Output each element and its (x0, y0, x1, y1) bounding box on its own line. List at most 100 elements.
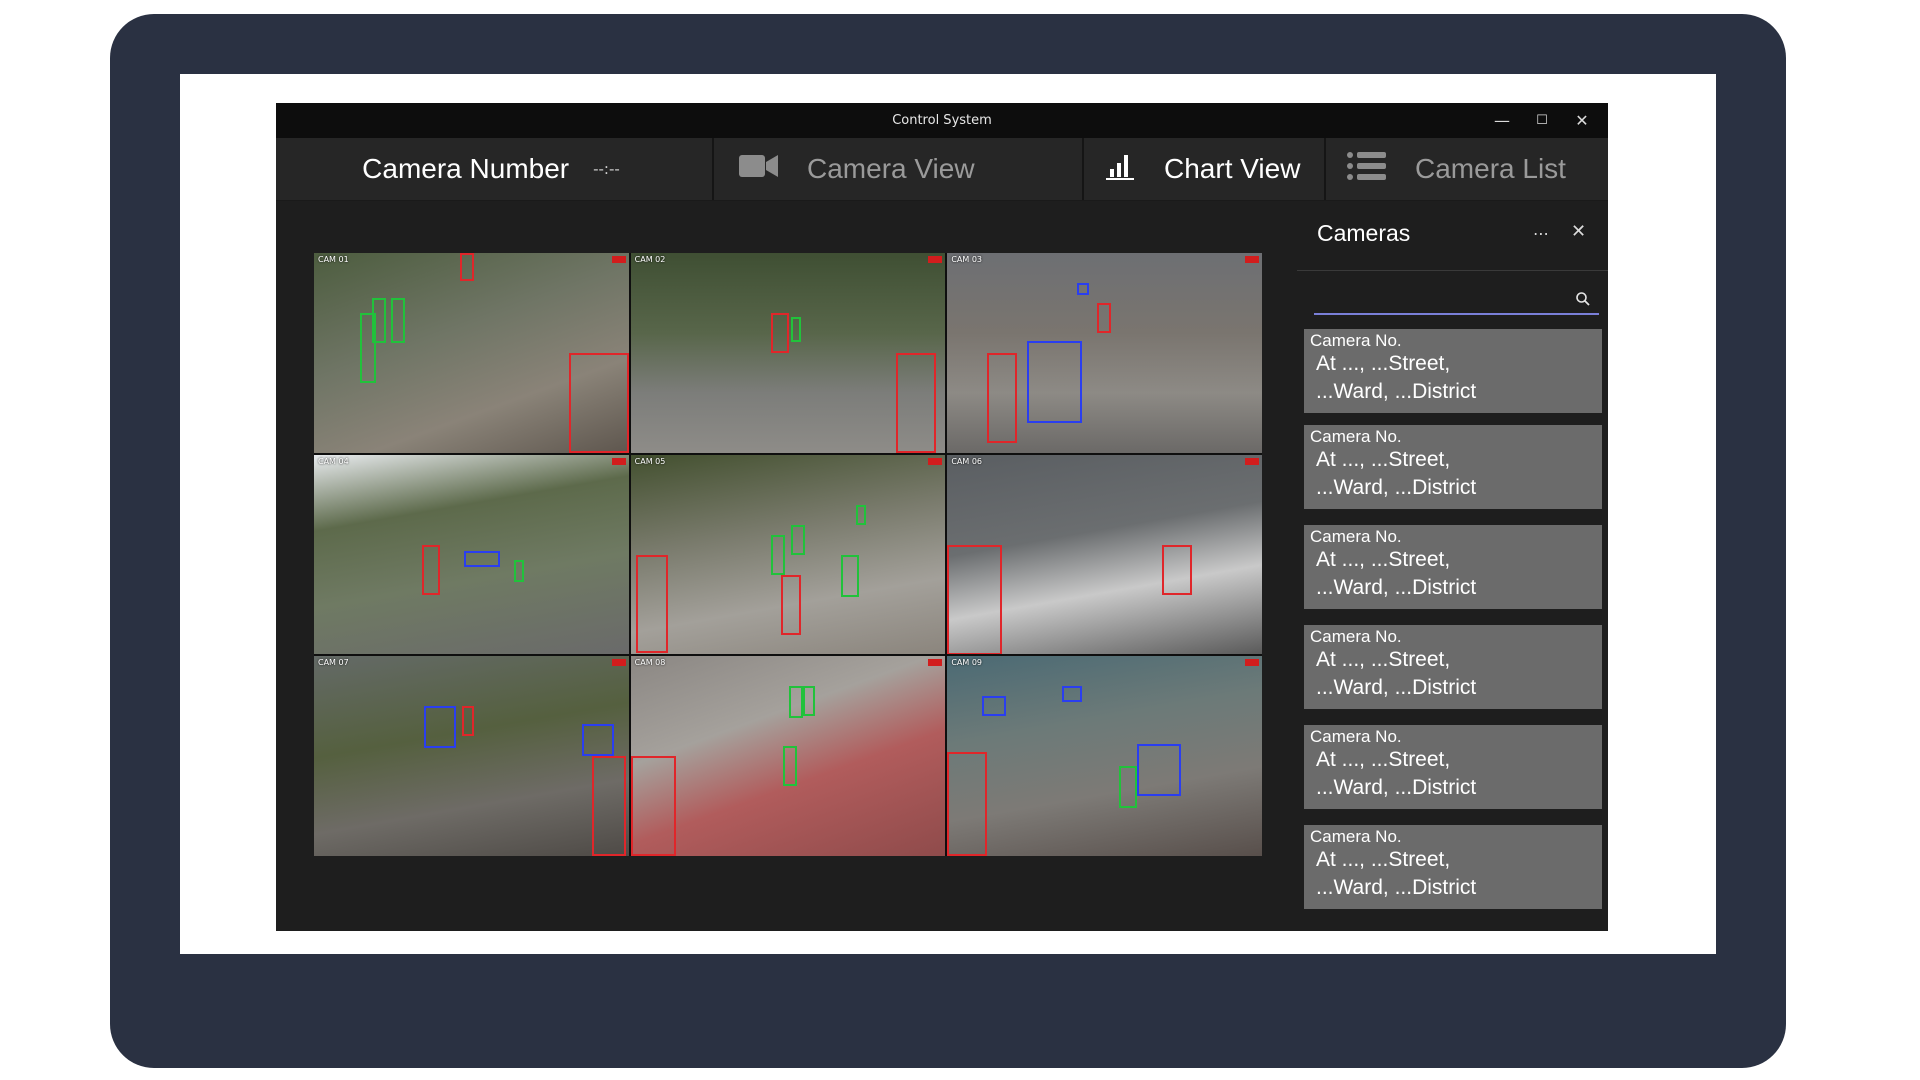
rec-indicator (1244, 256, 1259, 263)
feed-label: CAM 03 (951, 255, 983, 264)
vehicle-detection-box (1137, 744, 1182, 797)
tab-label: Chart View (1164, 153, 1301, 184)
tab-camera-list[interactable]: Camera List (1347, 138, 1566, 200)
camera-address-line2: ...Ward, ...District (1316, 576, 1477, 599)
tab-chart-view[interactable]: Chart View (1106, 138, 1300, 200)
tab-label: Camera View (807, 153, 975, 184)
vehicle-detection-box (582, 724, 614, 757)
camera-address-line2: ...Ward, ...District (1316, 676, 1477, 699)
camera-feed[interactable]: CAM 05 (630, 454, 946, 655)
panel-title: Cameras (1317, 220, 1411, 246)
close-icon: ✕ (1575, 111, 1589, 130)
camera-address-line1: At ..., ...Street, (1316, 748, 1451, 771)
camera-number-label: Camera Number (362, 153, 570, 184)
vehicle-detection-box (1027, 341, 1083, 423)
vehicle-detection-box (1077, 283, 1090, 295)
close-icon[interactable]: ✕ (1571, 221, 1586, 242)
tab-label: Camera List (1415, 153, 1566, 184)
nav-divider (1082, 138, 1084, 200)
camera-list-item[interactable]: Camera No. At ..., ...Street, ...Ward, .… (1304, 329, 1602, 413)
person-detection-box (782, 746, 797, 787)
camera-feed[interactable]: CAM 07 (314, 656, 629, 856)
camera-feed[interactable]: CAM 03 (947, 253, 1262, 453)
camera-feed[interactable]: CAM 08 (630, 656, 946, 856)
camera-number: Camera No. (1310, 331, 1402, 350)
camera-address-line2: ...Ward, ...District (1316, 380, 1477, 403)
alert-detection-box (947, 544, 1003, 655)
vehicle-detection-box (982, 696, 1007, 717)
nav-divider (712, 138, 714, 200)
camera-list-item[interactable]: Camera No. At ..., ...Street, ...Ward, .… (1304, 625, 1602, 709)
feed-label: CAM 04 (318, 456, 349, 466)
list-icon (1347, 151, 1387, 188)
bar-chart-icon (1106, 151, 1136, 188)
vehicle-detection-box (1062, 686, 1083, 703)
device-screen: Control System — ☐ ✕ Camera Number --:-- (180, 74, 1716, 954)
camera-number: Camera No. (1310, 727, 1402, 746)
vehicle-detection-box (424, 706, 456, 749)
rec-indicator (928, 256, 943, 263)
app-window: Control System — ☐ ✕ Camera Number --:-- (276, 103, 1608, 931)
camera-address-line2: ...Ward, ...District (1316, 876, 1477, 899)
person-detection-box (855, 504, 866, 525)
alert-detection-box (422, 544, 440, 595)
person-detection-box (788, 686, 803, 719)
camera-feed[interactable]: CAM 01 (314, 253, 629, 453)
camera-list-item[interactable]: Camera No. At ..., ...Street, ...Ward, .… (1304, 425, 1602, 509)
rec-indicator (1244, 659, 1259, 667)
camera-feed[interactable]: CAM 09 (947, 656, 1262, 856)
tab-camera-view[interactable]: Camera View (739, 138, 975, 200)
person-detection-box (514, 559, 524, 582)
maximize-icon: ☐ (1536, 113, 1548, 128)
camera-address-line1: At ..., ...Street, (1316, 548, 1451, 571)
camera-list-item[interactable]: Camera No. At ..., ...Street, ...Ward, .… (1304, 525, 1602, 609)
nav-divider (1324, 138, 1326, 200)
maximize-button[interactable]: ☐ (1522, 103, 1562, 138)
window-title: Control System (892, 113, 992, 128)
alert-detection-box (592, 756, 626, 856)
camera-address-line2: ...Ward, ...District (1316, 776, 1477, 799)
alert-detection-box (770, 313, 789, 353)
cameras-panel: Cameras ⋯ ✕ Camera No. At ..., ...Street… (1297, 200, 1608, 931)
person-detection-box (391, 298, 405, 343)
alert-detection-box (895, 353, 936, 453)
rec-indicator (611, 659, 626, 667)
rec-indicator (928, 659, 943, 667)
alert-detection-box (1162, 544, 1193, 595)
alert-detection-box (780, 574, 801, 635)
camera-feed[interactable]: CAM 04 (314, 454, 629, 655)
rec-indicator (611, 457, 626, 465)
close-button[interactable]: ✕ (1562, 103, 1602, 138)
person-detection-box (790, 317, 801, 342)
camera-feed[interactable]: CAM 02 (630, 253, 946, 453)
alert-detection-box (460, 253, 474, 281)
camera-number: Camera No. (1310, 827, 1402, 846)
alert-detection-box (462, 706, 474, 737)
video-camera-icon (739, 153, 779, 186)
camera-number: Camera No. (1310, 627, 1402, 646)
camera-address-line1: At ..., ...Street, (1316, 448, 1451, 471)
camera-number: Camera No. (1310, 527, 1402, 546)
camera-feed[interactable]: CAM 06 (947, 454, 1262, 655)
minimize-button[interactable]: — (1482, 103, 1522, 138)
camera-list-item[interactable]: Camera No. At ..., ...Street, ...Ward, .… (1304, 725, 1602, 809)
vehicle-detection-box (464, 550, 500, 567)
alert-detection-box (1097, 303, 1112, 333)
search-icon[interactable] (1575, 291, 1591, 311)
more-horizontal-icon[interactable]: ⋯ (1533, 224, 1549, 243)
camera-address-line2: ...Ward, ...District (1316, 476, 1477, 499)
minimize-icon: — (1494, 111, 1510, 130)
person-detection-box (1119, 766, 1138, 809)
camera-address-line1: At ..., ...Street, (1316, 848, 1451, 871)
camera-number-value: --:-- (593, 160, 620, 178)
feed-label: CAM 07 (318, 658, 349, 668)
camera-list-item[interactable]: Camera No. At ..., ...Street, ...Ward, .… (1304, 825, 1602, 909)
search-input[interactable] (1314, 285, 1576, 313)
camera-feed-grid: CAM 01 CAM 02 CAM 03 CAM 04 CAM 05 CAM 0… (314, 253, 1262, 856)
feed-label: CAM 09 (951, 658, 983, 668)
search-box (1314, 285, 1599, 315)
feed-label: CAM 05 (634, 456, 666, 466)
alert-detection-box (947, 752, 988, 856)
rec-indicator (1244, 457, 1259, 465)
person-detection-box (372, 298, 386, 343)
